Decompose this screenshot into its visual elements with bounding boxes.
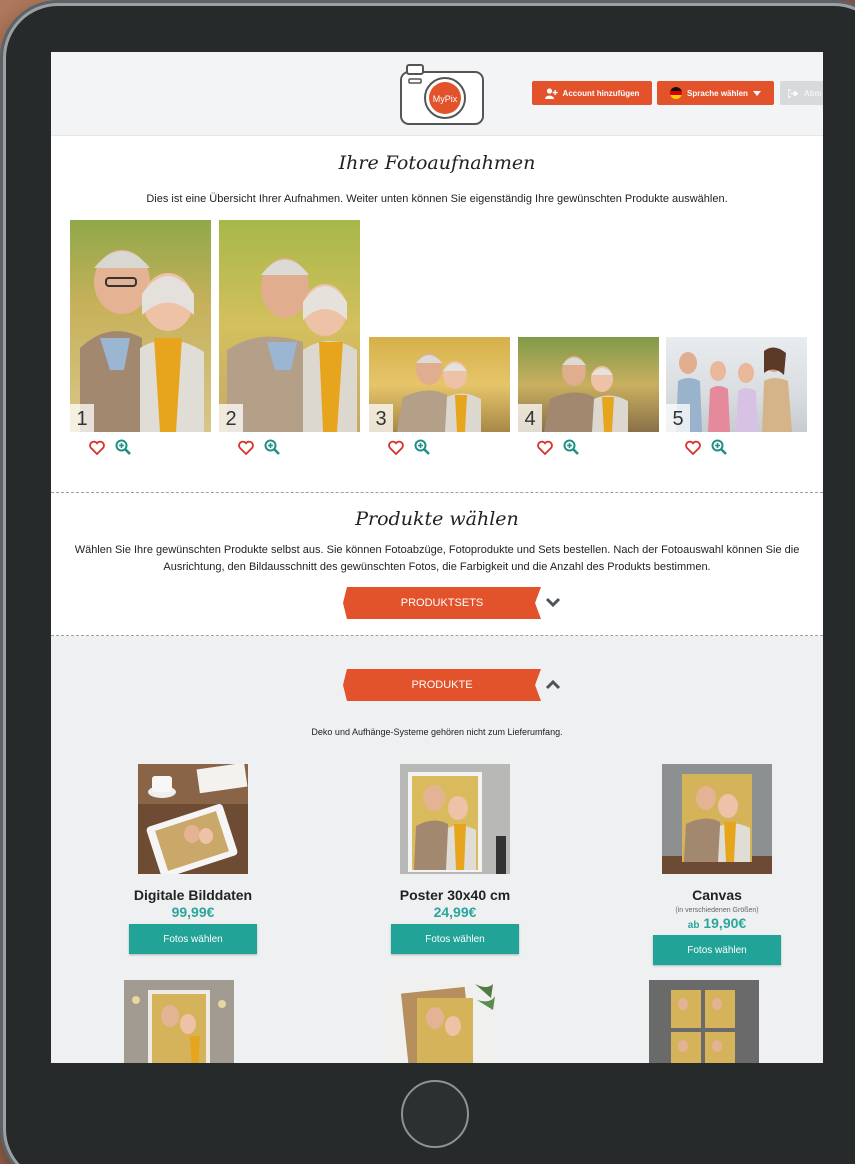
heart-icon[interactable] bbox=[238, 440, 254, 455]
photo-3[interactable]: 3 bbox=[369, 337, 510, 432]
choose-photos-button[interactable]: Fotos wählen bbox=[653, 935, 781, 965]
photo-collage-image bbox=[649, 980, 759, 1063]
camera-logo[interactable]: MyPix bbox=[397, 62, 487, 126]
logout-icon bbox=[788, 88, 799, 98]
add-account-button[interactable]: Account hinzufügen bbox=[532, 81, 652, 105]
produkte-toggle[interactable]: PRODUKTE bbox=[343, 669, 541, 701]
product-name: Poster 30x40 cm bbox=[399, 887, 511, 903]
photos-intro: Dies ist eine Übersicht Ihrer Aufnahmen.… bbox=[146, 193, 728, 205]
photo-5-actions bbox=[685, 439, 727, 455]
tablet-on-desk-image bbox=[138, 764, 248, 874]
zoom-in-icon[interactable] bbox=[264, 439, 280, 455]
canvas-image bbox=[662, 764, 772, 874]
card-photo-image bbox=[387, 980, 497, 1063]
photo-2-actions bbox=[238, 439, 280, 455]
product-image-row2-3[interactable] bbox=[649, 980, 759, 1063]
product-price-canvas: ab 19,90€ bbox=[627, 915, 807, 931]
product-image[interactable] bbox=[400, 764, 510, 874]
photo-1-actions bbox=[89, 439, 131, 455]
heart-icon[interactable] bbox=[537, 440, 553, 455]
zoom-in-icon[interactable] bbox=[115, 439, 131, 455]
photo-number: 3 bbox=[369, 404, 393, 432]
add-account-label: Account hinzufügen bbox=[562, 88, 640, 98]
german-flag-icon bbox=[670, 87, 683, 99]
add-user-icon bbox=[544, 87, 558, 99]
product-image-row2-1[interactable] bbox=[124, 980, 234, 1063]
produktsets-label: PRODUKTSETS bbox=[400, 597, 484, 609]
product-card-canvas: Canvas (in verschiedenen Größen) ab 19,9… bbox=[627, 764, 807, 965]
site-header: MyPix Account hinzufügen Sprache wählen … bbox=[51, 52, 823, 136]
couple-photo-image bbox=[80, 250, 204, 432]
heart-icon[interactable] bbox=[685, 440, 701, 455]
choose-photos-label: Fotos wählen bbox=[163, 933, 223, 945]
photo-3-actions bbox=[388, 439, 430, 455]
deco-note: Deko und Aufhänge-Systeme gehören nicht … bbox=[311, 727, 563, 737]
logo-text: MyPix bbox=[433, 94, 458, 104]
choose-photos-button[interactable]: Fotos wählen bbox=[129, 924, 257, 954]
language-label: Sprache wählen bbox=[687, 88, 748, 98]
screen: MyPix Account hinzufügen Sprache wählen … bbox=[51, 52, 823, 1063]
chevron-up-icon[interactable] bbox=[545, 679, 561, 690]
logout-button[interactable]: Abm bbox=[780, 81, 823, 105]
poster-image bbox=[400, 764, 510, 874]
choose-photos-button[interactable]: Fotos wählen bbox=[391, 924, 519, 954]
product-price: 99,99€ bbox=[171, 904, 215, 920]
products-intro-line1: Wählen Sie Ihre gewünschten Produkte sel… bbox=[74, 544, 800, 556]
home-button[interactable] bbox=[401, 1080, 469, 1148]
section-divider bbox=[51, 492, 823, 493]
language-select-button[interactable]: Sprache wählen bbox=[657, 81, 774, 105]
logout-label: Abm bbox=[804, 88, 822, 98]
product-price: 24,99€ bbox=[433, 904, 477, 920]
product-card-digital: Digitale Bilddaten 99,99€ Fotos wählen bbox=[103, 764, 283, 954]
photo-number: 2 bbox=[219, 404, 243, 432]
product-name: Canvas bbox=[692, 887, 742, 903]
product-card-poster: Poster 30x40 cm 24,99€ Fotos wählen bbox=[365, 764, 545, 954]
product-subtitle: (in verschiedenen Größen) bbox=[675, 907, 759, 914]
zoom-in-icon[interactable] bbox=[414, 439, 430, 455]
produkte-label: PRODUKTE bbox=[411, 679, 473, 691]
photos-title: Ihre Fotoaufnahmen bbox=[338, 152, 536, 174]
photo-number: 1 bbox=[70, 404, 94, 432]
zoom-in-icon[interactable] bbox=[563, 439, 579, 455]
framed-photo-image bbox=[124, 980, 234, 1063]
heart-icon[interactable] bbox=[388, 440, 404, 455]
product-image[interactable] bbox=[662, 764, 772, 874]
products-title: Produkte wählen bbox=[355, 508, 519, 530]
product-image-row2-2[interactable] bbox=[387, 980, 497, 1063]
products-intro-line2: Ausrichtung, den Bildausschnitt des gewü… bbox=[163, 561, 711, 573]
photo-number: 4 bbox=[518, 404, 542, 432]
photo-5[interactable]: 5 bbox=[666, 337, 807, 432]
product-name: Digitale Bilddaten bbox=[133, 887, 253, 903]
photo-2[interactable]: 2 bbox=[219, 220, 360, 432]
heart-icon[interactable] bbox=[89, 440, 105, 455]
product-price: 19,90€ bbox=[703, 915, 747, 931]
produktsets-toggle[interactable]: PRODUKTSETS bbox=[343, 587, 541, 619]
photo-4[interactable]: 4 bbox=[518, 337, 659, 432]
choose-photos-label: Fotos wählen bbox=[687, 944, 747, 956]
price-prefix: ab bbox=[687, 920, 700, 931]
product-image[interactable] bbox=[138, 764, 248, 874]
chevron-down-icon[interactable] bbox=[545, 597, 561, 608]
photo-1[interactable]: 1 bbox=[70, 220, 211, 432]
couple-photo-image bbox=[227, 258, 357, 432]
caret-down-icon bbox=[752, 90, 761, 96]
photo-number: 5 bbox=[666, 404, 690, 432]
choose-photos-label: Fotos wählen bbox=[425, 933, 485, 945]
zoom-in-icon[interactable] bbox=[711, 439, 727, 455]
photo-4-actions bbox=[537, 439, 579, 455]
